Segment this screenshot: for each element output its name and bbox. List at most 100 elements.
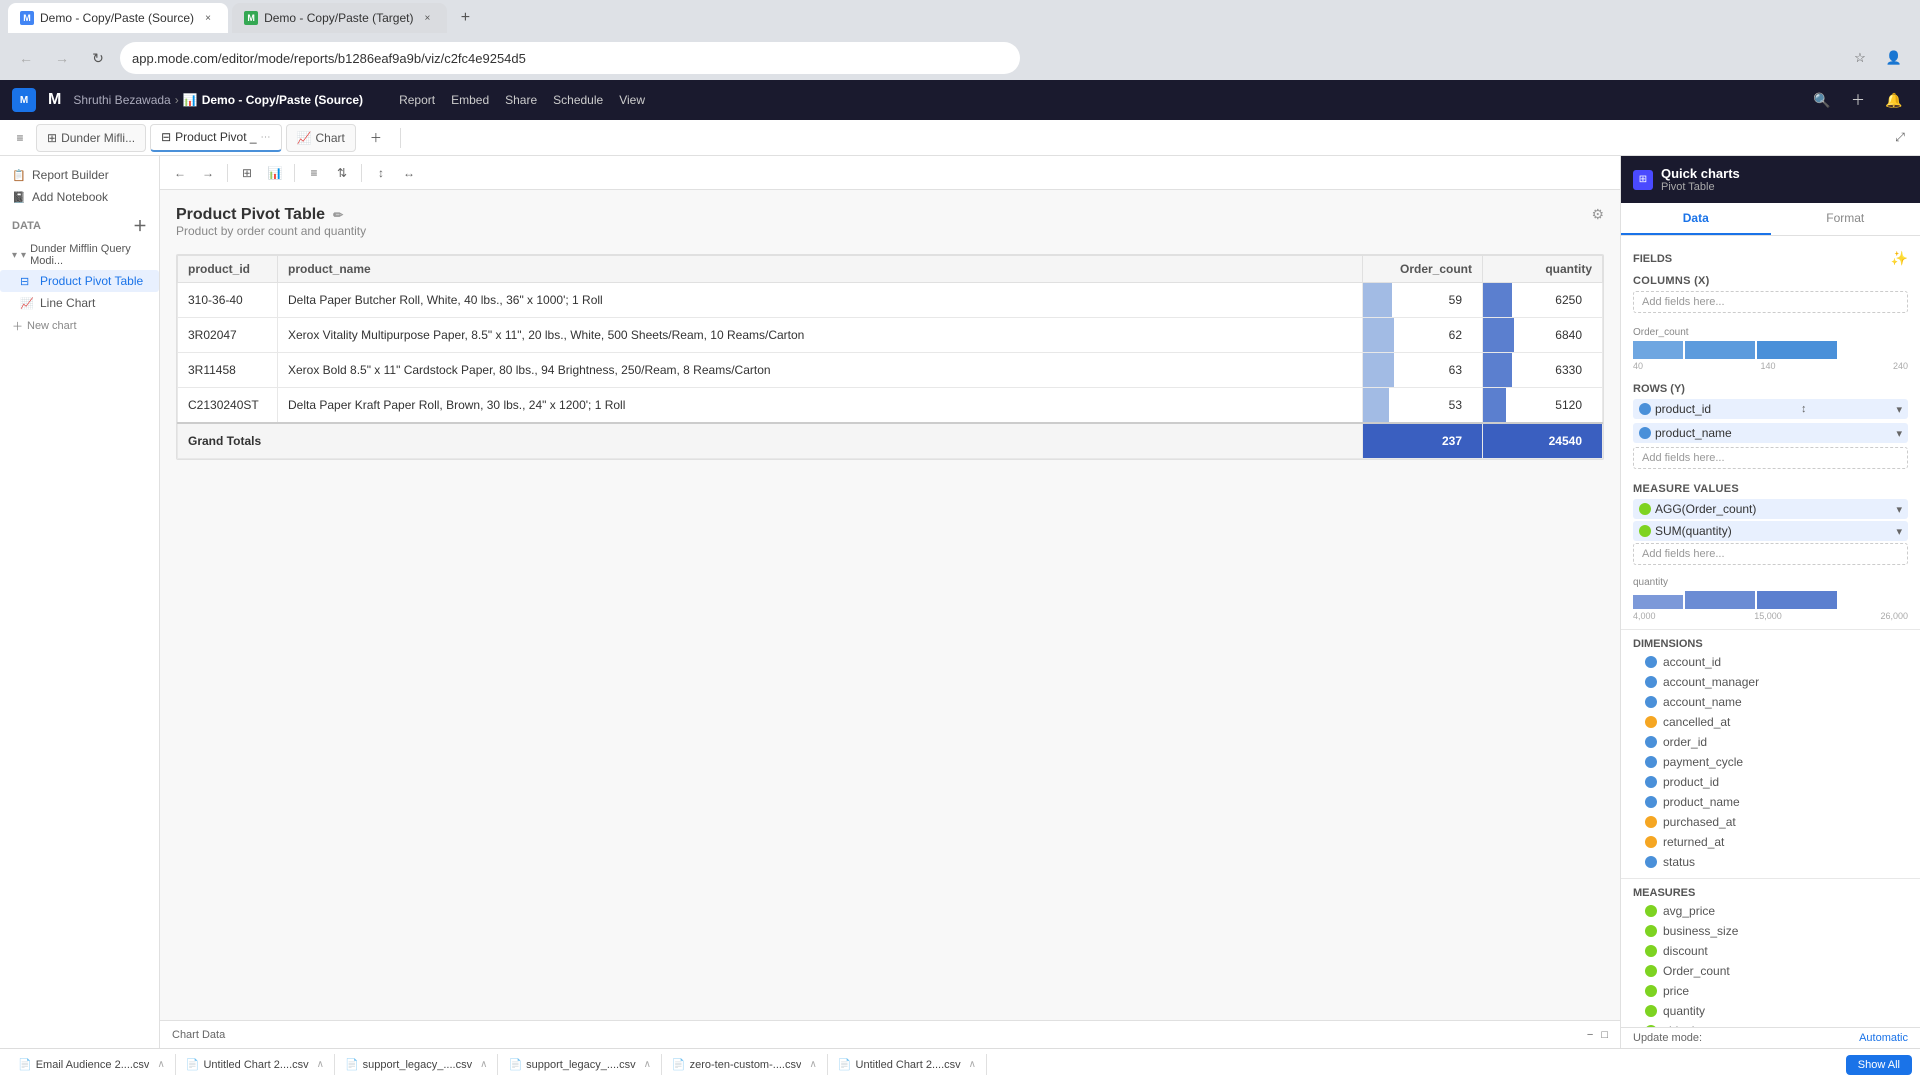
download-close-6[interactable]: ∧ (969, 1059, 976, 1070)
download-item-untitled-chart-2b[interactable]: 📄 Untitled Chart 2....csv ∧ (828, 1054, 987, 1075)
download-item-support-legacy-2[interactable]: 📄 support_legacy_....csv ∧ (498, 1054, 661, 1075)
tab-close-target[interactable]: × (419, 10, 435, 26)
cell-product-name-2: Xerox Vitality Multipurpose Paper, 8.5" … (278, 318, 1363, 353)
table-icon: ⊞ (47, 131, 57, 145)
datasource-label: Dunder Mifflin Query Modi... (30, 243, 147, 267)
download-close-4[interactable]: ∧ (644, 1059, 651, 1070)
nav-embed[interactable]: Embed (451, 93, 489, 107)
tab-target[interactable]: M Demo - Copy/Paste (Target) × (232, 3, 447, 33)
nav-view[interactable]: View (619, 93, 645, 107)
download-close-5[interactable]: ∧ (809, 1059, 816, 1070)
download-close-2[interactable]: ∧ (317, 1059, 324, 1070)
sidebar-item-line-chart[interactable]: 📈 Line Chart (0, 292, 159, 314)
search-icon[interactable]: 🔍 (1808, 86, 1836, 114)
col-header-quantity: quantity (1483, 256, 1603, 283)
sort-button[interactable]: ⇅ (330, 161, 354, 185)
measure-price: price (1645, 981, 1896, 1001)
sidebar-item-report-builder[interactable]: 📋 Report Builder (0, 164, 159, 186)
dim-purchased-at: purchased_at (1645, 812, 1896, 832)
measure-add-field[interactable]: Add fields here... (1633, 543, 1908, 565)
cell-quantity-1: 6250 (1483, 283, 1603, 318)
url-bar[interactable]: app.mode.com/editor/mode/reports/b1286ea… (120, 42, 1020, 74)
table-row-grand-total: Grand Totals 237 24540 (178, 423, 1603, 459)
columns-x-section: Columns (X) Add fields here... (1621, 269, 1920, 321)
fields-label: FIELDS (1633, 253, 1672, 265)
breadcrumb-report[interactable]: Demo - Copy/Paste (Source) (202, 93, 363, 107)
sparkle-icon: ✨ (1891, 250, 1908, 267)
sub-header: ≡ ⊞ Dunder Mifli... ⊟ Product Pivot _ ⋯ … (0, 120, 1920, 156)
download-item-support-legacy-1[interactable]: 📄 support_legacy_....csv ∧ (335, 1054, 498, 1075)
sidebar-toggle-button[interactable]: ≡ (8, 126, 32, 150)
nav-schedule[interactable]: Schedule (553, 93, 603, 107)
expand-icon2[interactable]: □ (1601, 1029, 1608, 1041)
profile-icon[interactable]: 👤 (1880, 44, 1908, 72)
download-close-1[interactable]: ∧ (157, 1059, 164, 1070)
undo-button[interactable]: ← (168, 161, 192, 185)
bookmark-icon[interactable]: ☆ (1846, 44, 1874, 72)
download-item-email-audience[interactable]: 📄 Email Audience 2....csv ∧ (8, 1054, 176, 1075)
add-tab-button[interactable]: ＋ (360, 124, 392, 152)
expand-icon[interactable]: ⤢ (1888, 126, 1912, 150)
grid-icon: ⊟ (161, 130, 171, 144)
tab-product-pivot[interactable]: ⊟ Product Pivot _ ⋯ (150, 124, 281, 152)
download-item-zero-ten[interactable]: 📄 zero-ten-custom-....csv ∧ (662, 1054, 828, 1075)
collapse-icon[interactable]: − (1587, 1029, 1593, 1041)
sidebar-item-add-notebook[interactable]: 📓 Add Notebook (0, 186, 159, 208)
right-panel: FIELDS ✨ Columns (X) Add fields here... … (1621, 236, 1920, 1027)
bell-icon[interactable]: 🔔 (1880, 86, 1908, 114)
cell-product-id-3: 3R11458 (178, 353, 278, 388)
sidebar-item-product-pivot-table[interactable]: ⊟ Product Pivot Table (0, 270, 159, 292)
breadcrumb-user[interactable]: Shruthi Bezawada (73, 93, 170, 107)
tab-chart[interactable]: 📈 Chart (286, 124, 356, 152)
nav-share[interactable]: Share (505, 93, 537, 107)
dim-product-id: product_id (1645, 772, 1896, 792)
report-builder-icon: 📋 (12, 169, 26, 182)
add-new-chart-icon: ＋ (12, 318, 23, 334)
data-add-icon[interactable]: ＋ (133, 216, 147, 236)
update-mode-value[interactable]: Automatic (1859, 1032, 1908, 1044)
table-row: 3R11458 Xerox Bold 8.5" x 11" Cardstock … (178, 353, 1603, 388)
collapse-button[interactable]: ↔ (397, 161, 421, 185)
rows-field-product-name[interactable]: product_name ▾ (1633, 423, 1908, 443)
download-close-3[interactable]: ∧ (480, 1059, 487, 1070)
chart-settings-icon[interactable]: ⚙ (1591, 206, 1604, 223)
app-logo-m: M (48, 91, 61, 109)
csv-icon-4: 📄 (508, 1058, 522, 1071)
datasource-item[interactable]: ▾ ▾ Dunder Mifflin Query Modi... (0, 240, 159, 270)
measure-field-order-count[interactable]: AGG(Order_count) ▾ (1633, 499, 1908, 519)
cell-grand-total-label: Grand Totals (178, 423, 1363, 459)
rows-add-field[interactable]: Add fields here... (1633, 447, 1908, 469)
measure-business-size: business_size (1645, 921, 1896, 941)
edit-title-icon[interactable]: ✏ (333, 208, 343, 222)
show-all-button[interactable]: Show All (1846, 1055, 1912, 1075)
tab-format[interactable]: Format (1771, 203, 1920, 235)
tab-dunder-mifflin[interactable]: ⊞ Dunder Mifli... (36, 124, 146, 152)
nav-report[interactable]: Report (399, 93, 435, 107)
nav-refresh-button[interactable]: ↻ (84, 44, 112, 72)
rows-field-product-id[interactable]: product_id ↕ ▾ (1633, 399, 1908, 419)
tab-source[interactable]: M Demo - Copy/Paste (Source) × (8, 3, 228, 33)
chart-view-button[interactable]: 📊 (263, 161, 287, 185)
nav-back-button[interactable]: ← (12, 44, 40, 72)
cell-product-name-3: Xerox Bold 8.5" x 11" Cardstock Paper, 8… (278, 353, 1363, 388)
breadcrumb: Shruthi Bezawada › 📊 Demo - Copy/Paste (… (73, 93, 363, 107)
nav-forward-button[interactable]: → (48, 44, 76, 72)
expand-button[interactable]: ↕ (369, 161, 393, 185)
filter-button[interactable]: ≡ (302, 161, 326, 185)
tab-chart-label: Chart (315, 131, 344, 145)
quick-charts-title: Quick charts (1661, 166, 1740, 181)
new-tab-button[interactable]: + (451, 4, 479, 32)
add-icon[interactable]: ＋ (1844, 86, 1872, 114)
csv-icon-5: 📄 (672, 1058, 686, 1071)
quantity-chart: quantity 4,000 15,000 26,000 (1621, 573, 1920, 625)
add-new-chart[interactable]: ＋ New chart (0, 314, 159, 338)
measure-discount: discount (1645, 941, 1896, 961)
table-view-button[interactable]: ⊞ (235, 161, 259, 185)
tab-data[interactable]: Data (1621, 203, 1771, 235)
tab-close-source[interactable]: × (200, 10, 216, 26)
measure-field-quantity[interactable]: SUM(quantity) ▾ (1633, 521, 1908, 541)
download-item-untitled-chart-2[interactable]: 📄 Untitled Chart 2....csv ∧ (176, 1054, 335, 1075)
breadcrumb-report-icon: 📊 (183, 93, 198, 107)
redo-button[interactable]: → (196, 161, 220, 185)
columns-add-field[interactable]: Add fields here... (1633, 291, 1908, 313)
